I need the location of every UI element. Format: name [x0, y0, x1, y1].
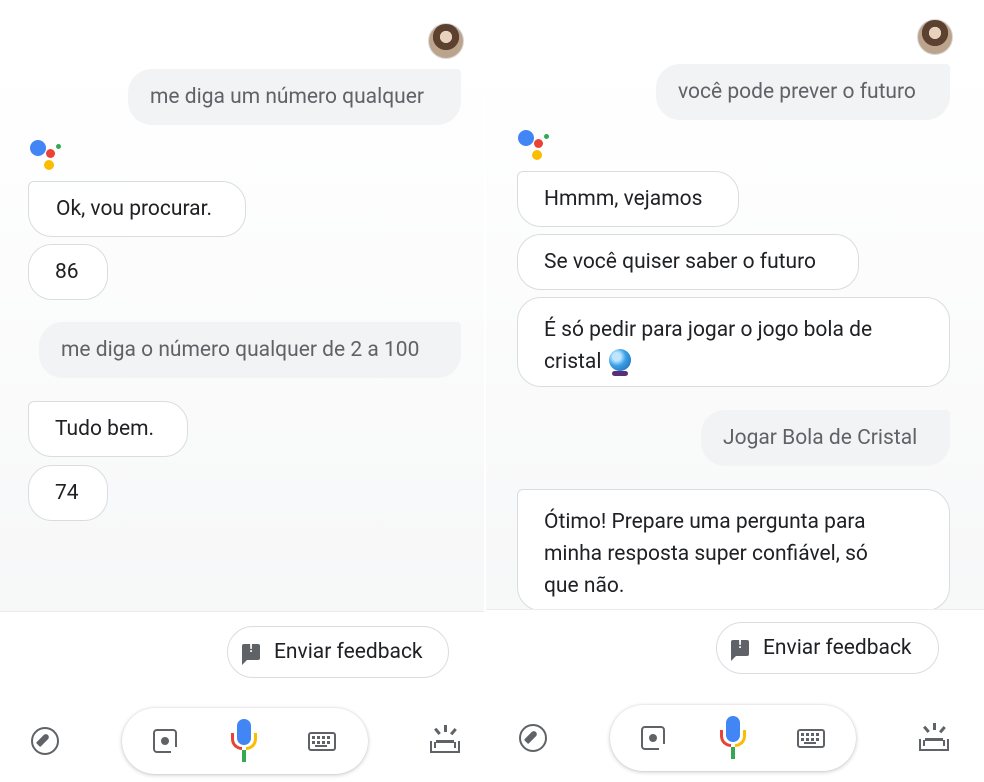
compass-icon[interactable]	[31, 727, 59, 755]
assistant-message-text: Ok, vou procurar.	[56, 197, 212, 221]
keyboard-icon[interactable]	[797, 729, 825, 748]
user-message: você pode prever o futuro	[656, 64, 950, 120]
send-feedback-label: Enviar feedback	[274, 640, 423, 664]
updates-icon[interactable]	[430, 725, 460, 753]
input-pill	[122, 708, 368, 774]
assistant-message-text: Ótimo! Prepare uma pergunta para minha r…	[544, 510, 868, 598]
assistant-message-text: Hmmm, vejamos	[544, 187, 703, 211]
feedback-icon	[242, 641, 260, 665]
assistant-message: Tudo bem.	[28, 401, 188, 457]
lens-icon[interactable]	[641, 726, 669, 754]
send-feedback-button[interactable]: Enviar feedback	[716, 622, 939, 674]
left-conversation-panel: me diga um número qualquer Ok, vou procu…	[0, 0, 486, 782]
mic-icon[interactable]	[720, 716, 746, 760]
user-avatar	[428, 23, 464, 59]
user-message-text: me diga o número qualquer de 2 a 100	[61, 338, 420, 362]
lens-icon[interactable]	[153, 729, 181, 757]
user-message: me diga um número qualquer	[128, 69, 461, 125]
user-avatar	[917, 19, 953, 55]
crystal-ball-icon	[609, 349, 632, 376]
bottom-bar: Enviar feedback	[486, 609, 984, 782]
user-message-text: você pode prever o futuro	[678, 80, 916, 104]
send-feedback-button[interactable]: Enviar feedback	[227, 626, 449, 678]
user-message-text: me diga um número qualquer	[150, 85, 424, 109]
assistant-message-text: 86	[55, 260, 79, 284]
bottom-bar: Enviar feedback	[0, 611, 486, 782]
user-message-text: Jogar Bola de Cristal	[723, 426, 918, 450]
assistant-message-text: 74	[55, 481, 79, 505]
assistant-message-text: É só pedir para jogar o jogo bola de cri…	[544, 318, 873, 376]
assistant-message: Se você quiser saber o futuro	[517, 234, 859, 290]
assistant-message-text: Tudo bem.	[55, 417, 155, 441]
assistant-message: É só pedir para jogar o jogo bola de cri…	[517, 297, 950, 387]
assistant-message: Ótimo! Prepare uma pergunta para minha r…	[517, 489, 950, 611]
google-assistant-logo	[30, 140, 62, 174]
user-message: Jogar Bola de Cristal	[701, 410, 950, 466]
feedback-icon	[731, 637, 749, 661]
mic-icon[interactable]	[231, 719, 257, 763]
user-message: me diga o número qualquer de 2 a 100	[39, 322, 461, 378]
google-assistant-logo	[518, 130, 550, 164]
assistant-message: Ok, vou procurar.	[28, 181, 246, 237]
keyboard-icon[interactable]	[308, 732, 336, 751]
assistant-message: Hmmm, vejamos	[517, 171, 739, 227]
compass-icon[interactable]	[519, 724, 547, 752]
input-pill	[610, 705, 856, 771]
assistant-message-text: Se você quiser saber o futuro	[544, 250, 816, 274]
assistant-message: 74	[28, 465, 108, 521]
right-conversation-panel: você pode prever o futuro Hmmm, vejamos …	[486, 0, 984, 782]
updates-icon[interactable]	[919, 723, 949, 751]
assistant-message: 86	[28, 244, 108, 300]
send-feedback-label: Enviar feedback	[763, 636, 912, 660]
